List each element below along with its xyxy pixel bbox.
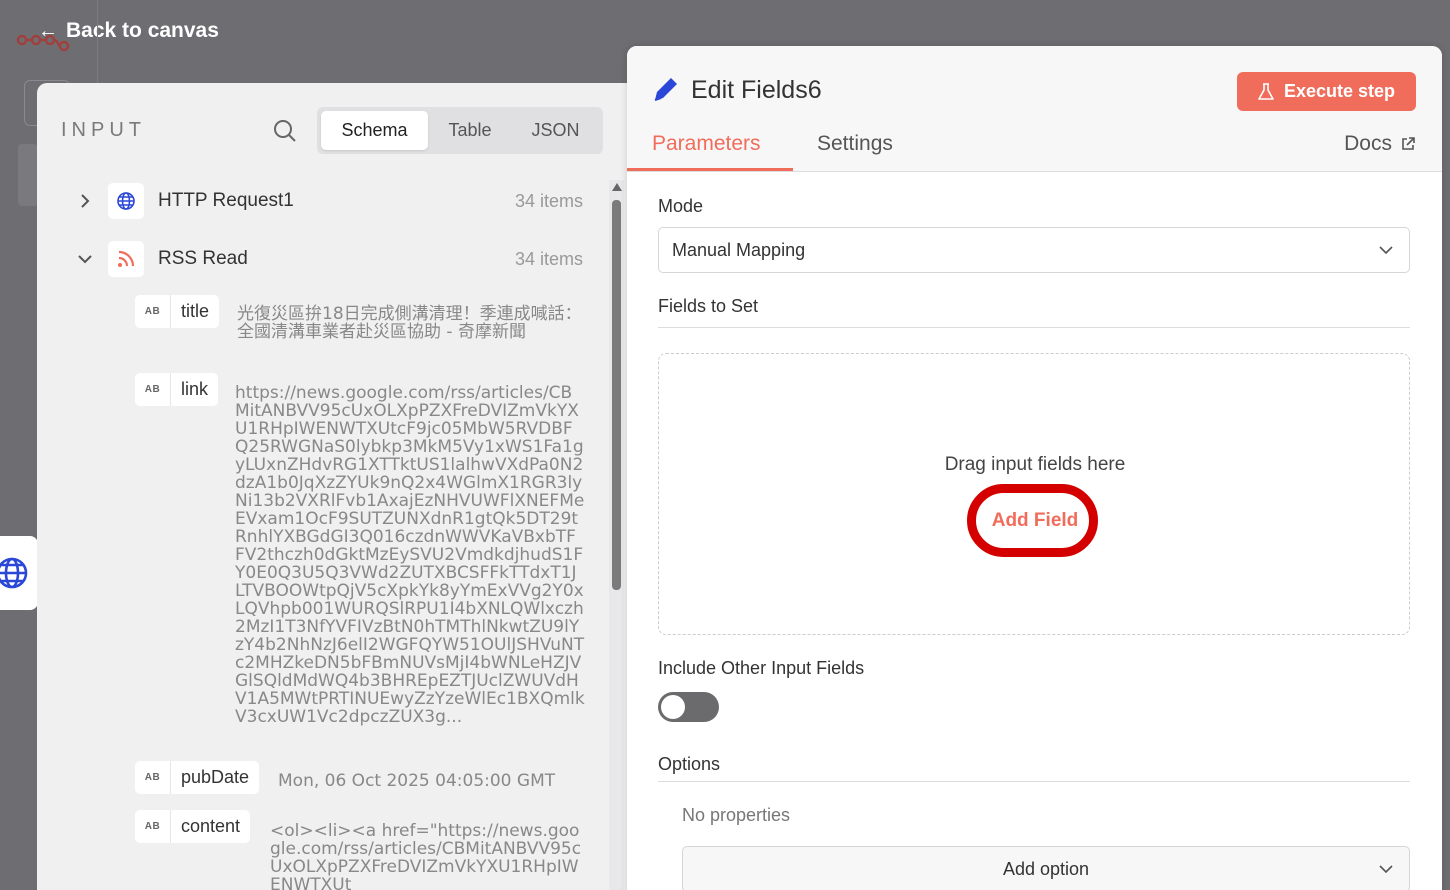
scroll-up-arrow-icon[interactable] [612,183,622,191]
field-name: link [181,379,209,399]
chevron-right-icon[interactable] [75,191,95,211]
schema-node-http-request[interactable]: HTTP Request1 34 items [37,181,597,221]
field-value: 光復災區拚18日完成側溝清理！季連成喊話：全國清溝車業者赴災區協助 - 奇摩新聞 [237,304,582,342]
execute-step-button[interactable]: Execute step [1237,72,1416,111]
include-other-fields-label: Include Other Input Fields [658,658,865,678]
tab-settings[interactable]: Settings [817,132,893,156]
field-pill[interactable]: AB content [135,810,251,843]
toggle-knob [661,695,685,719]
no-properties-text: No properties [682,805,791,825]
node-item-count: 34 items [514,248,583,269]
string-type-icon: AB [135,295,171,328]
search-icon[interactable] [273,119,297,143]
field-name: content [181,816,241,836]
edit-panel-header: Edit Fields6 Execute step Parameters Set… [627,46,1442,172]
flask-icon [1258,82,1274,100]
string-type-icon: AB [135,810,171,843]
pencil-icon [654,78,677,101]
active-tab-indicator [627,168,793,171]
field-pill[interactable]: AB title [135,295,220,328]
mode-label: Mode [658,196,704,216]
chevron-down-icon [1379,865,1393,874]
divider [658,327,1410,328]
fields-to-set-label: Fields to Set [658,296,759,316]
chevron-down-icon[interactable] [75,249,95,269]
mode-select[interactable]: Manual Mapping [658,227,1410,273]
chevron-down-icon [1379,246,1393,255]
docs-link[interactable]: Docs [1344,132,1416,156]
schema-field-link[interactable]: AB link [135,373,219,406]
drag-hint: Drag input fields here [944,454,1126,475]
include-other-fields-toggle[interactable] [658,692,719,722]
node-name: HTTP Request1 [158,190,294,211]
field-value: <ol><li><a href="https://news.google.com… [270,821,582,890]
input-header: INPUT Schema Table JSON [37,83,627,173]
back-to-canvas-button[interactable]: ← Back to canvas [38,16,219,46]
options-label: Options [658,754,721,774]
view-tab-schema[interactable]: Schema [321,111,428,150]
canvas-side-block [18,144,38,206]
rss-icon [118,250,135,267]
node-icon-box [108,183,144,219]
view-switcher: Schema Table JSON [317,107,603,154]
back-to-canvas-label: Back to canvas [66,19,219,42]
input-title: INPUT [61,119,146,141]
execute-step-label: Execute step [1283,81,1396,101]
edit-fields-panel: Edit Fields6 Execute step Parameters Set… [627,46,1442,890]
schema-node-rss-read[interactable]: RSS Read 34 items [37,239,597,279]
view-tab-table[interactable]: Table [428,111,512,150]
tab-parameters[interactable]: Parameters [652,132,761,156]
input-panel: INPUT Schema Table JSON HTTP Request1 34… [37,83,627,890]
field-pill[interactable]: AB pubDate [135,761,260,794]
schema-field-content[interactable]: AB content [135,810,251,843]
add-option-select[interactable]: Add option [682,846,1410,890]
globe-icon [0,557,28,589]
canvas-node-http[interactable] [0,536,38,610]
string-type-icon: AB [135,761,171,794]
external-link-icon [1402,137,1415,150]
schema-field-title[interactable]: AB title [135,295,220,328]
mode-value: Manual Mapping [672,239,806,260]
node-name: RSS Read [158,248,248,269]
node-title[interactable]: Edit Fields6 [691,76,822,105]
view-tab-json[interactable]: JSON [512,111,599,150]
field-name: pubDate [181,767,250,787]
divider [658,781,1410,782]
node-icon-box [108,241,144,277]
add-field-button[interactable]: Add Field [659,510,1411,532]
schema-field-pubdate[interactable]: AB pubDate [135,761,260,794]
docs-label: Docs [1344,132,1392,155]
field-value: Mon, 06 Oct 2025 04:05:00 GMT [278,771,556,791]
string-type-icon: AB [135,373,171,406]
add-option-label: Add option [1002,858,1090,879]
globe-icon [117,192,135,210]
field-pill[interactable]: AB link [135,373,219,406]
field-value: https://news.google.com/rss/articles/CBM… [235,383,585,727]
canvas-divider [97,0,98,85]
field-name: title [181,301,210,321]
fields-dropzone[interactable]: Drag input fields here or Add Field [658,353,1410,635]
node-item-count: 34 items [514,190,583,211]
arrow-left-icon: ← [38,19,58,42]
input-scrollbar-thumb[interactable] [612,200,621,590]
